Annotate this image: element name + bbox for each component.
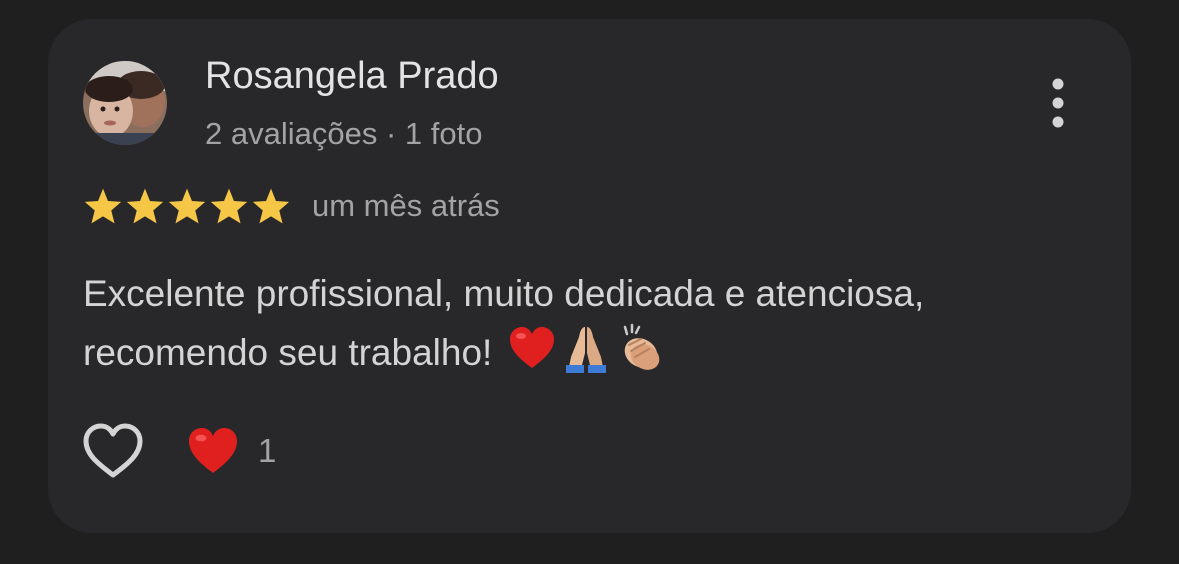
- review-text: Excelente profissional, muito dedicada e…: [83, 264, 1103, 382]
- clapping-hands-emoji: [623, 323, 659, 370]
- star-icon: [126, 188, 164, 224]
- star-rating: [83, 187, 291, 225]
- heart-outline-icon: [83, 423, 143, 478]
- red-heart-emoji: [509, 327, 554, 368]
- like-button[interactable]: [81, 421, 145, 481]
- avatar[interactable]: [83, 61, 167, 145]
- author-name[interactable]: Rosangela Prado: [205, 55, 499, 98]
- reaction-summary[interactable]: 1: [186, 424, 276, 478]
- red-heart-icon: [189, 428, 237, 473]
- review-text-line-2: recomendo seu trabalho!: [83, 332, 493, 373]
- more-options-button[interactable]: [1038, 77, 1078, 129]
- folded-hands-emoji: [565, 327, 606, 373]
- star-icon: [252, 188, 290, 224]
- more-vert-icon: [1052, 78, 1064, 128]
- star-icon: [168, 188, 206, 224]
- avatar-photo: [83, 61, 167, 145]
- star-icon: [210, 188, 248, 224]
- review-card: Rosangela Prado 2 avaliações · 1 foto um…: [48, 19, 1131, 533]
- reaction-count: 1: [258, 432, 277, 469]
- star-icon: [84, 188, 122, 224]
- author-meta: 2 avaliações · 1 foto: [205, 116, 483, 151]
- review-date: um mês atrás: [312, 188, 500, 223]
- review-text-line-1: Excelente profissional, muito dedicada e…: [83, 273, 925, 314]
